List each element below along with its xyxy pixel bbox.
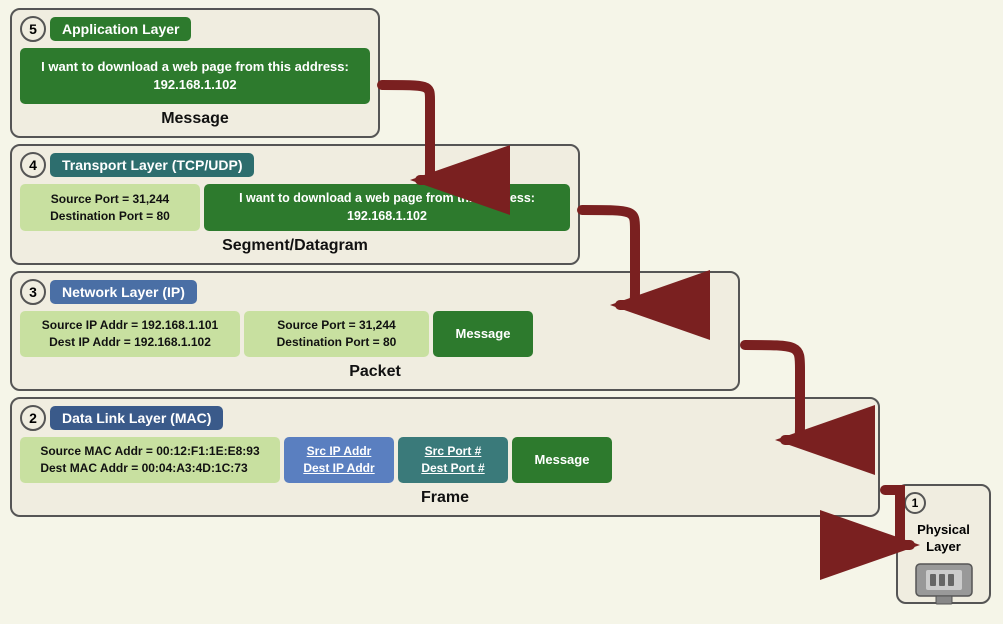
application-layer-number: 5: [20, 16, 46, 42]
datalink-layer-header: 2 Data Link Layer (MAC): [20, 405, 870, 431]
network-message-cell: Message: [433, 311, 533, 357]
application-layer-label: Message: [20, 110, 370, 128]
network-port-text: Source Port = 31,244 Destination Port = …: [277, 317, 397, 351]
application-layer-header: 5 Application Layer: [20, 16, 370, 42]
network-content-row: Source IP Addr = 192.168.1.101 Dest IP A…: [20, 311, 730, 357]
network-port-cell: Source Port = 31,244 Destination Port = …: [244, 311, 429, 357]
application-layer-box: 5 Application Layer I want to download a…: [10, 8, 380, 138]
datalink-layer-box: 2 Data Link Layer (MAC) Source MAC Addr …: [10, 397, 880, 517]
network-layer-header: 3 Network Layer (IP): [20, 279, 730, 305]
datalink-ip-line2: Dest IP Addr: [303, 461, 374, 475]
physical-layer-box: 1 PhysicalLayer: [896, 484, 991, 604]
ethernet-icon: [912, 562, 976, 607]
transport-layer-number: 4: [20, 152, 46, 178]
network-layer-title: Network Layer (IP): [50, 280, 197, 304]
application-content-row: I want to download a web page from this …: [20, 48, 370, 104]
transport-content-row: Source Port = 31,244 Destination Port = …: [20, 184, 570, 231]
datalink-layer-number: 2: [20, 405, 46, 431]
datalink-mac-text: Source MAC Addr = 00:12:F1:1E:E8:93 Dest…: [40, 443, 259, 477]
network-ip-cell: Source IP Addr = 192.168.1.101 Dest IP A…: [20, 311, 240, 357]
physical-layer-number: 1: [904, 492, 926, 514]
datalink-content-row: Source MAC Addr = 00:12:F1:1E:E8:93 Dest…: [20, 437, 870, 483]
transport-header-cell: Source Port = 31,244 Destination Port = …: [20, 184, 200, 231]
datalink-port-line2: Dest Port #: [421, 461, 484, 475]
application-layer-title: Application Layer: [50, 17, 191, 41]
datalink-message-cell: Message: [512, 437, 612, 483]
datalink-ip-text: Src IP Addr Dest IP Addr: [303, 443, 374, 477]
datalink-port-text: Src Port # Dest Port #: [421, 443, 484, 477]
network-layer-label: Packet: [20, 363, 730, 381]
datalink-ip-cell: Src IP Addr Dest IP Addr: [284, 437, 394, 483]
datalink-port-cell: Src Port # Dest Port #: [398, 437, 508, 483]
transport-layer-header: 4 Transport Layer (TCP/UDP): [20, 152, 570, 178]
network-ip-text: Source IP Addr = 192.168.1.101 Dest IP A…: [42, 317, 218, 351]
network-layer-number: 3: [20, 279, 46, 305]
network-layer-box: 3 Network Layer (IP) Source IP Addr = 19…: [10, 271, 740, 391]
transport-layer-title: Transport Layer (TCP/UDP): [50, 153, 254, 177]
transport-layer-box: 4 Transport Layer (TCP/UDP) Source Port …: [10, 144, 580, 265]
datalink-layer-title: Data Link Layer (MAC): [50, 406, 223, 430]
transport-header-text: Source Port = 31,244 Destination Port = …: [50, 191, 170, 225]
datalink-mac-cell: Source MAC Addr = 00:12:F1:1E:E8:93 Dest…: [20, 437, 280, 483]
transport-message-cell: I want to download a web page from this …: [204, 184, 570, 231]
application-message-cell: I want to download a web page from this …: [20, 48, 370, 104]
physical-layer-label: PhysicalLayer: [904, 522, 983, 556]
transport-layer-label: Segment/Datagram: [20, 237, 570, 255]
datalink-ip-line1: Src IP Addr: [307, 444, 372, 458]
datalink-layer-label: Frame: [20, 489, 870, 507]
datalink-port-line1: Src Port #: [425, 444, 482, 458]
